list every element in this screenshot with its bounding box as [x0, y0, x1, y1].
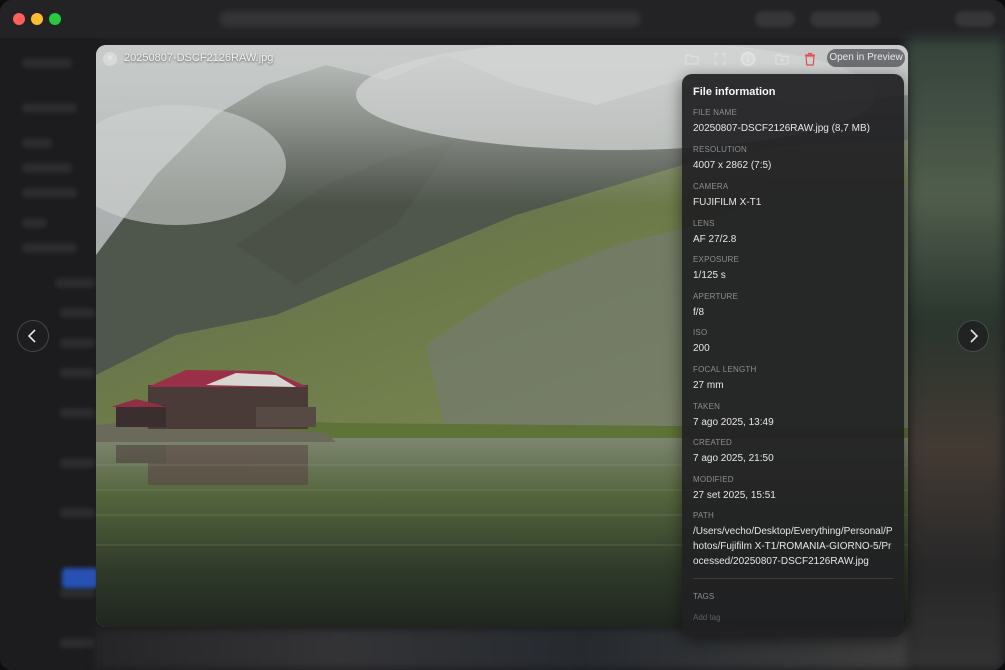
blurred-toolbar-icons-3: [955, 11, 995, 27]
field-camera: CAMERA FUJIFILM X-T1: [693, 182, 762, 208]
divider: [693, 578, 893, 579]
chevron-right-icon: [970, 329, 979, 343]
file-title: 20250807-DSCF2126RAW.jpg: [124, 52, 274, 64]
next-photo-button[interactable]: [957, 320, 989, 352]
blurred-sidebar: [0, 38, 100, 670]
info-icon[interactable]: [739, 50, 757, 68]
open-in-preview-button[interactable]: Open in Preview: [827, 49, 905, 67]
panel-title: File information: [693, 86, 776, 98]
field-created: CREATED 7 ago 2025, 21:50: [693, 438, 774, 464]
field-iso: ISO 200: [693, 328, 710, 354]
file-information-panel: File information FILE NAME 20250807-DSCF…: [682, 74, 904, 637]
blurred-selected-item: [62, 568, 98, 588]
blurred-thumbnails: [906, 38, 1005, 670]
tags-label: TAGS: [693, 592, 715, 601]
field-focal-length: FOCAL LENGTH 27 mm: [693, 365, 757, 391]
blurred-toolbar-icons-2: [810, 11, 880, 27]
field-taken: TAKEN 7 ago 2025, 13:49: [693, 402, 774, 428]
chevron-left-icon: [27, 329, 36, 343]
fullscreen-icon[interactable]: [711, 50, 729, 68]
field-aperture: APERTURE f/8: [693, 292, 739, 318]
add-tag-input[interactable]: Add tag: [693, 613, 721, 622]
blurred-toolbar-icons: [755, 11, 795, 27]
trash-icon[interactable]: [801, 50, 819, 68]
minimize-window-button[interactable]: [31, 13, 43, 25]
viewer-toolbar: × 20250807-DSCF2126RAW.jpg Open in Previ…: [96, 45, 908, 73]
previous-photo-button[interactable]: [17, 320, 49, 352]
folder-icon[interactable]: [683, 50, 701, 68]
field-file-name: FILE NAME 20250807-DSCF2126RAW.jpg (8,7 …: [693, 108, 870, 134]
close-viewer-button[interactable]: ×: [103, 52, 117, 66]
field-resolution: RESOLUTION 4007 x 2862 (7:5): [693, 145, 772, 171]
titlebar: [0, 0, 1005, 38]
field-exposure: EXPOSURE 1/125 s: [693, 255, 740, 281]
blurred-window-title: [220, 11, 640, 27]
close-window-button[interactable]: [13, 13, 25, 25]
field-lens: LENS AF 27/2.8: [693, 219, 737, 245]
field-path: PATH /Users/vecho/Desktop/Everything/Per…: [693, 511, 893, 567]
reveal-folder-icon[interactable]: [773, 50, 791, 68]
field-modified: MODIFIED 27 set 2025, 15:51: [693, 475, 776, 501]
zoom-window-button[interactable]: [49, 13, 61, 25]
